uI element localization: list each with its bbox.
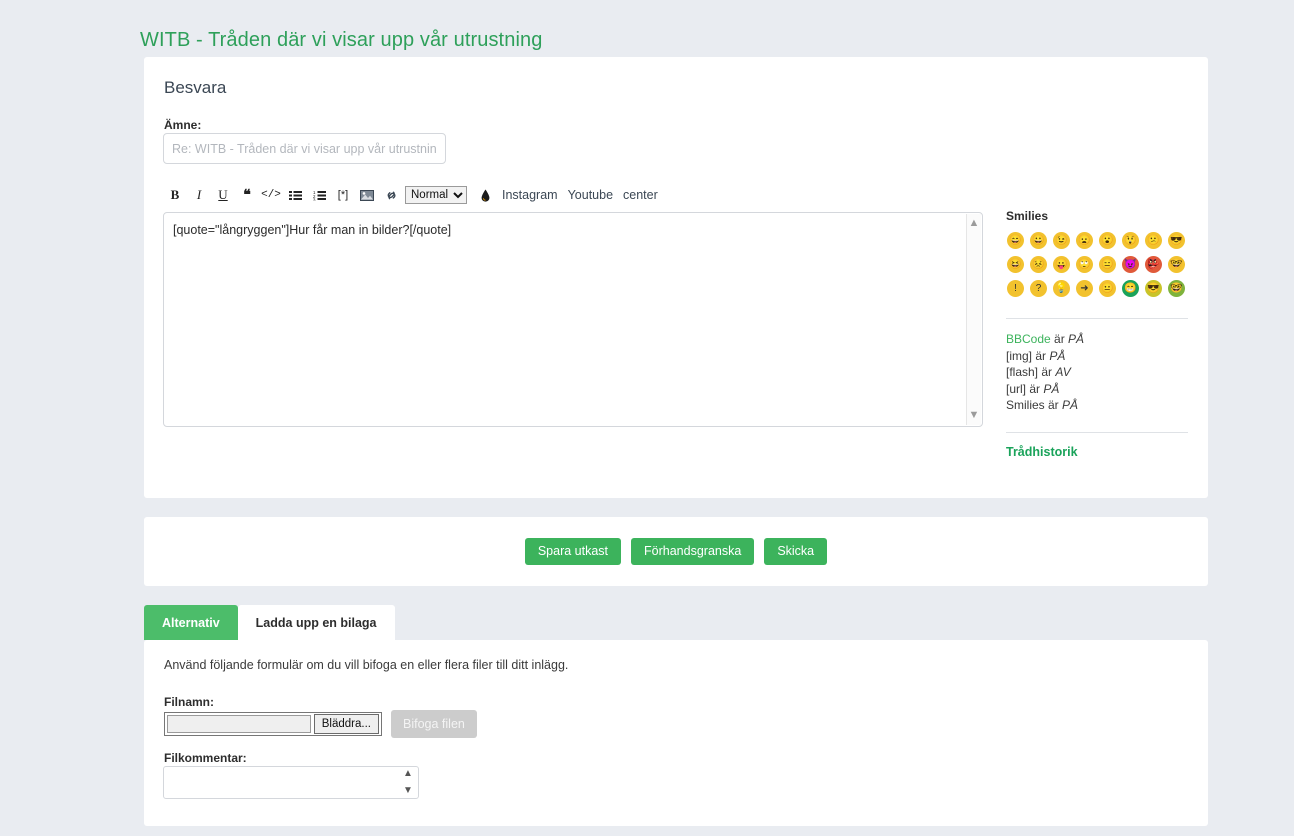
youtube-button[interactable]: Youtube <box>568 188 613 202</box>
smiley-laugh-icon[interactable]: 😆 <box>1007 256 1024 273</box>
quote-icon[interactable]: ❝ <box>235 185 259 205</box>
smiley-shocked-icon[interactable]: 😲 <box>1122 232 1139 249</box>
thread-history-link[interactable]: Trådhistorik <box>1006 445 1191 459</box>
center-button[interactable]: center <box>623 188 658 202</box>
file-path-text <box>167 715 311 733</box>
smiley-grin-icon[interactable]: 😄 <box>1007 232 1024 249</box>
underline-button[interactable]: U <box>211 185 235 205</box>
bbcode-state: PÅ <box>1062 398 1079 412</box>
file-input-row: Bläddra... Bifoga filen <box>164 710 477 738</box>
message-field-wrapper: [quote="långryggen"]Hur får man in bilde… <box>163 212 983 427</box>
tab-bar: Alternativ Ladda upp en bilaga <box>144 605 395 640</box>
scroll-down-icon[interactable]: ▼ <box>403 786 413 796</box>
forum-reply-page: WITB - Tråden där vi visar upp vår utrus… <box>0 0 1294 836</box>
smiley-rolleyes-icon[interactable]: 🙄 <box>1076 256 1093 273</box>
italic-button[interactable]: I <box>187 185 211 205</box>
smiley-confused-icon[interactable]: 😕 <box>1145 232 1162 249</box>
smiley-wink-icon[interactable]: 😉 <box>1053 232 1070 249</box>
list-numbered-icon[interactable]: 1 2 3 <box>307 185 331 205</box>
browse-button[interactable]: Bläddra... <box>313 714 379 734</box>
action-buttons-panel: Spara utkast Förhandsgranska Skicka <box>144 517 1208 586</box>
format-select[interactable]: Normal <box>405 186 467 204</box>
subject-label: Ämne: <box>164 118 202 132</box>
svg-text:3: 3 <box>313 197 316 200</box>
attachment-panel: Använd följande formulär om du vill bifo… <box>144 640 1208 826</box>
reply-heading: Besvara <box>164 78 227 97</box>
bbcode-status-row: BBCode är PÅ <box>1006 332 1085 346</box>
submit-button[interactable]: Skicka <box>764 537 828 566</box>
scroll-down-icon[interactable]: ▼ <box>969 406 980 425</box>
smiley-sad-icon[interactable]: 😦 <box>1076 232 1093 249</box>
editor-toolbar: B I U ❝ </> 1 2 3 [*] Normal Instagram Y… <box>163 184 993 206</box>
bbcode-state: PÅ <box>1049 348 1066 363</box>
file-comment-scrollbar[interactable]: ▲ ▼ <box>400 769 416 796</box>
smiley-green-grin-icon[interactable]: 😁 <box>1122 280 1139 297</box>
bbcode-tag: [img] <box>1006 348 1033 363</box>
link-icon[interactable] <box>379 185 403 205</box>
smiley-neutral-icon[interactable]: 😐 <box>1099 280 1116 297</box>
filename-label: Filnamn: <box>164 695 214 709</box>
bbcode-status-row: [url] är PÅ <box>1006 381 1060 396</box>
smiley-question-icon[interactable]: ? <box>1030 280 1047 297</box>
bbcode-state: PÅ <box>1043 381 1060 396</box>
list-bullet-icon[interactable] <box>283 185 307 205</box>
bbcode-tag: [url] <box>1006 381 1027 396</box>
smiley-devil-icon[interactable]: 😈 <box>1122 256 1139 273</box>
bbcode-tag: [flash] <box>1006 365 1039 379</box>
divider <box>1006 318 1188 319</box>
message-textarea[interactable]: [quote="långryggen"]Hur får man in bilde… <box>163 212 983 427</box>
smiley-arrow-icon[interactable]: ➜ <box>1076 280 1093 297</box>
tab-upload-attachment[interactable]: Ladda upp en bilaga <box>237 605 395 640</box>
subject-input[interactable] <box>163 133 446 164</box>
file-comment-label: Filkommentar: <box>164 751 247 765</box>
smiley-surprised-icon[interactable]: 😮 <box>1099 232 1116 249</box>
divider <box>1006 431 1188 433</box>
smiley-sleep-icon[interactable]: 😑 <box>1099 256 1116 273</box>
bbcode-tag: Smilies <box>1006 398 1045 412</box>
preview-button[interactable]: Förhandsgranska <box>631 537 755 566</box>
code-icon[interactable]: </> <box>259 185 283 205</box>
smiley-smile-icon[interactable]: 😀 <box>1030 232 1047 249</box>
image-icon[interactable] <box>355 185 379 205</box>
bbcode-state: AV <box>1055 365 1071 379</box>
file-comment-textarea[interactable] <box>163 766 419 799</box>
bbcode-status-row: [img] är PÅ <box>1006 348 1066 363</box>
bbcode-status-row: [flash] är AV <box>1006 365 1071 379</box>
smilies-panel: Smilies 😄 😀 😉 😦 😮 😲 😕 😎 😆 😣 😛 🙄 😑 😈 👺 🤓!? 💡 ➜ 😐 😁 😎 🤓 BBCode … <box>1003 209 1191 459</box>
tab-alternativ[interactable]: Alternativ <box>144 605 238 640</box>
ink-drop-icon[interactable] <box>478 189 492 202</box>
bold-button[interactable]: B <box>163 185 187 205</box>
smilies-grid: 😄 😀 😉 😦 😮 😲 😕 😎 😆 😣 😛 🙄 😑 😈 👺 🤓!? 💡 ➜ 😐 😁 😎 🤓 <box>1004 229 1191 300</box>
smiley-mad-icon[interactable]: 😣 <box>1030 256 1047 273</box>
page-title: WITB - Tråden där vi visar upp vår utrus… <box>140 29 543 52</box>
reply-panel: Besvara Ämne: B I U ❝ </> 1 2 3 <box>144 57 1208 498</box>
smiley-nerd-icon[interactable]: 🤓 <box>1168 280 1185 297</box>
list-item-button[interactable]: [*] <box>331 185 355 205</box>
scroll-up-icon[interactable]: ▲ <box>969 214 980 233</box>
smiley-tongue-icon[interactable]: 😛 <box>1053 256 1070 273</box>
bbcode-state: PÅ <box>1068 332 1085 346</box>
smiley-evil-icon[interactable]: 👺 <box>1145 256 1162 273</box>
attachment-intro-text: Använd följande formulär om du vill bifo… <box>164 658 569 672</box>
scroll-up-icon[interactable]: ▲ <box>403 769 413 779</box>
file-comment-wrapper: ▲ ▼ <box>163 766 419 799</box>
save-draft-button[interactable]: Spara utkast <box>524 537 622 566</box>
file-input[interactable]: Bläddra... <box>164 712 382 736</box>
message-scrollbar[interactable]: ▲ ▼ <box>966 214 981 425</box>
smiley-shades-icon[interactable]: 😎 <box>1145 280 1162 297</box>
bbcode-help-link[interactable]: BBCode <box>1006 332 1051 346</box>
smiley-geek-icon[interactable]: 🤓 <box>1168 256 1185 273</box>
smilies-title: Smilies <box>1006 209 1049 223</box>
bbcode-status-list: BBCode är PÅ [img] är PÅ [flash] är AV [url… <box>1003 331 1191 414</box>
bbcode-status-row: Smilies är PÅ <box>1006 398 1079 412</box>
attach-file-button[interactable]: Bifoga filen <box>391 710 477 738</box>
smiley-cool-icon[interactable]: 😎 <box>1168 232 1185 249</box>
smiley-idea-icon[interactable]: 💡 <box>1053 280 1070 297</box>
instagram-button[interactable]: Instagram <box>502 188 558 202</box>
smiley-exclaim-icon[interactable]: ! <box>1007 280 1024 297</box>
